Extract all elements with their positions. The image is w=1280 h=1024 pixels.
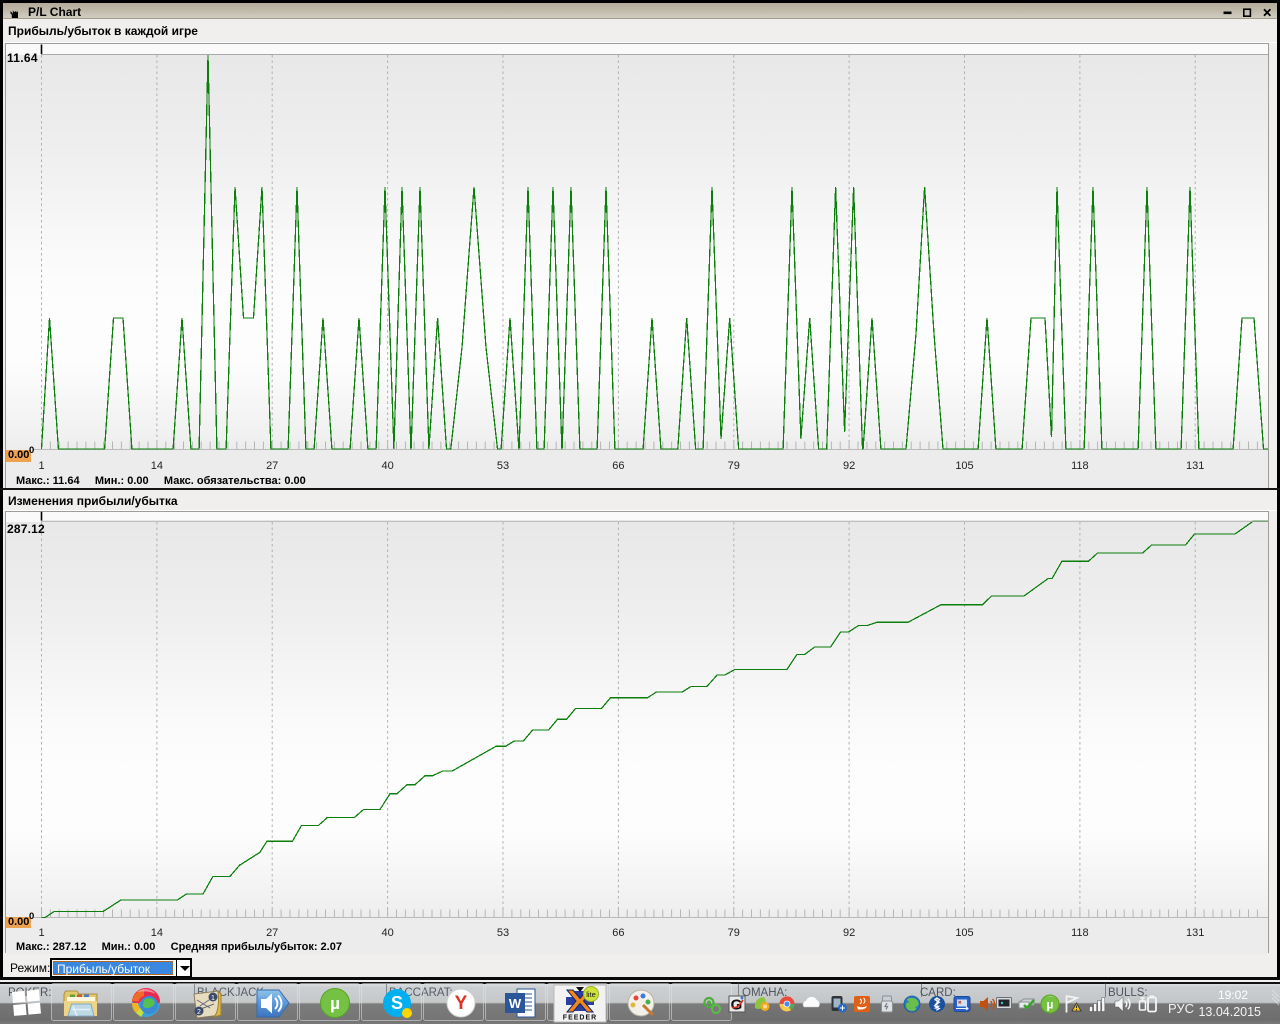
svg-text:92: 92 [843,460,855,472]
svg-text:79: 79 [728,460,740,472]
svg-text:40: 40 [381,927,393,939]
svg-text:27: 27 [266,460,278,472]
svg-text:14: 14 [151,460,163,472]
svg-text:53: 53 [497,927,509,939]
svg-text:µ: µ [1047,998,1054,1012]
svg-text:118: 118 [1071,460,1089,472]
svg-text:40: 40 [381,460,393,472]
svg-text:53: 53 [497,460,509,472]
svg-text:105: 105 [955,460,973,472]
svg-text:92: 92 [843,927,855,939]
svg-text:131: 131 [1186,927,1204,939]
svg-text:66: 66 [612,927,624,939]
svg-text:79: 79 [728,927,740,939]
svg-text:G: G [731,997,743,1014]
svg-text:66: 66 [612,460,624,472]
svg-text:105: 105 [955,927,973,939]
svg-text:14: 14 [151,927,163,939]
svg-text:131: 131 [1186,460,1204,472]
svg-text:1: 1 [38,460,44,472]
svg-text:1: 1 [38,927,44,939]
svg-text:27: 27 [266,927,278,939]
svg-text:118: 118 [1071,927,1089,939]
